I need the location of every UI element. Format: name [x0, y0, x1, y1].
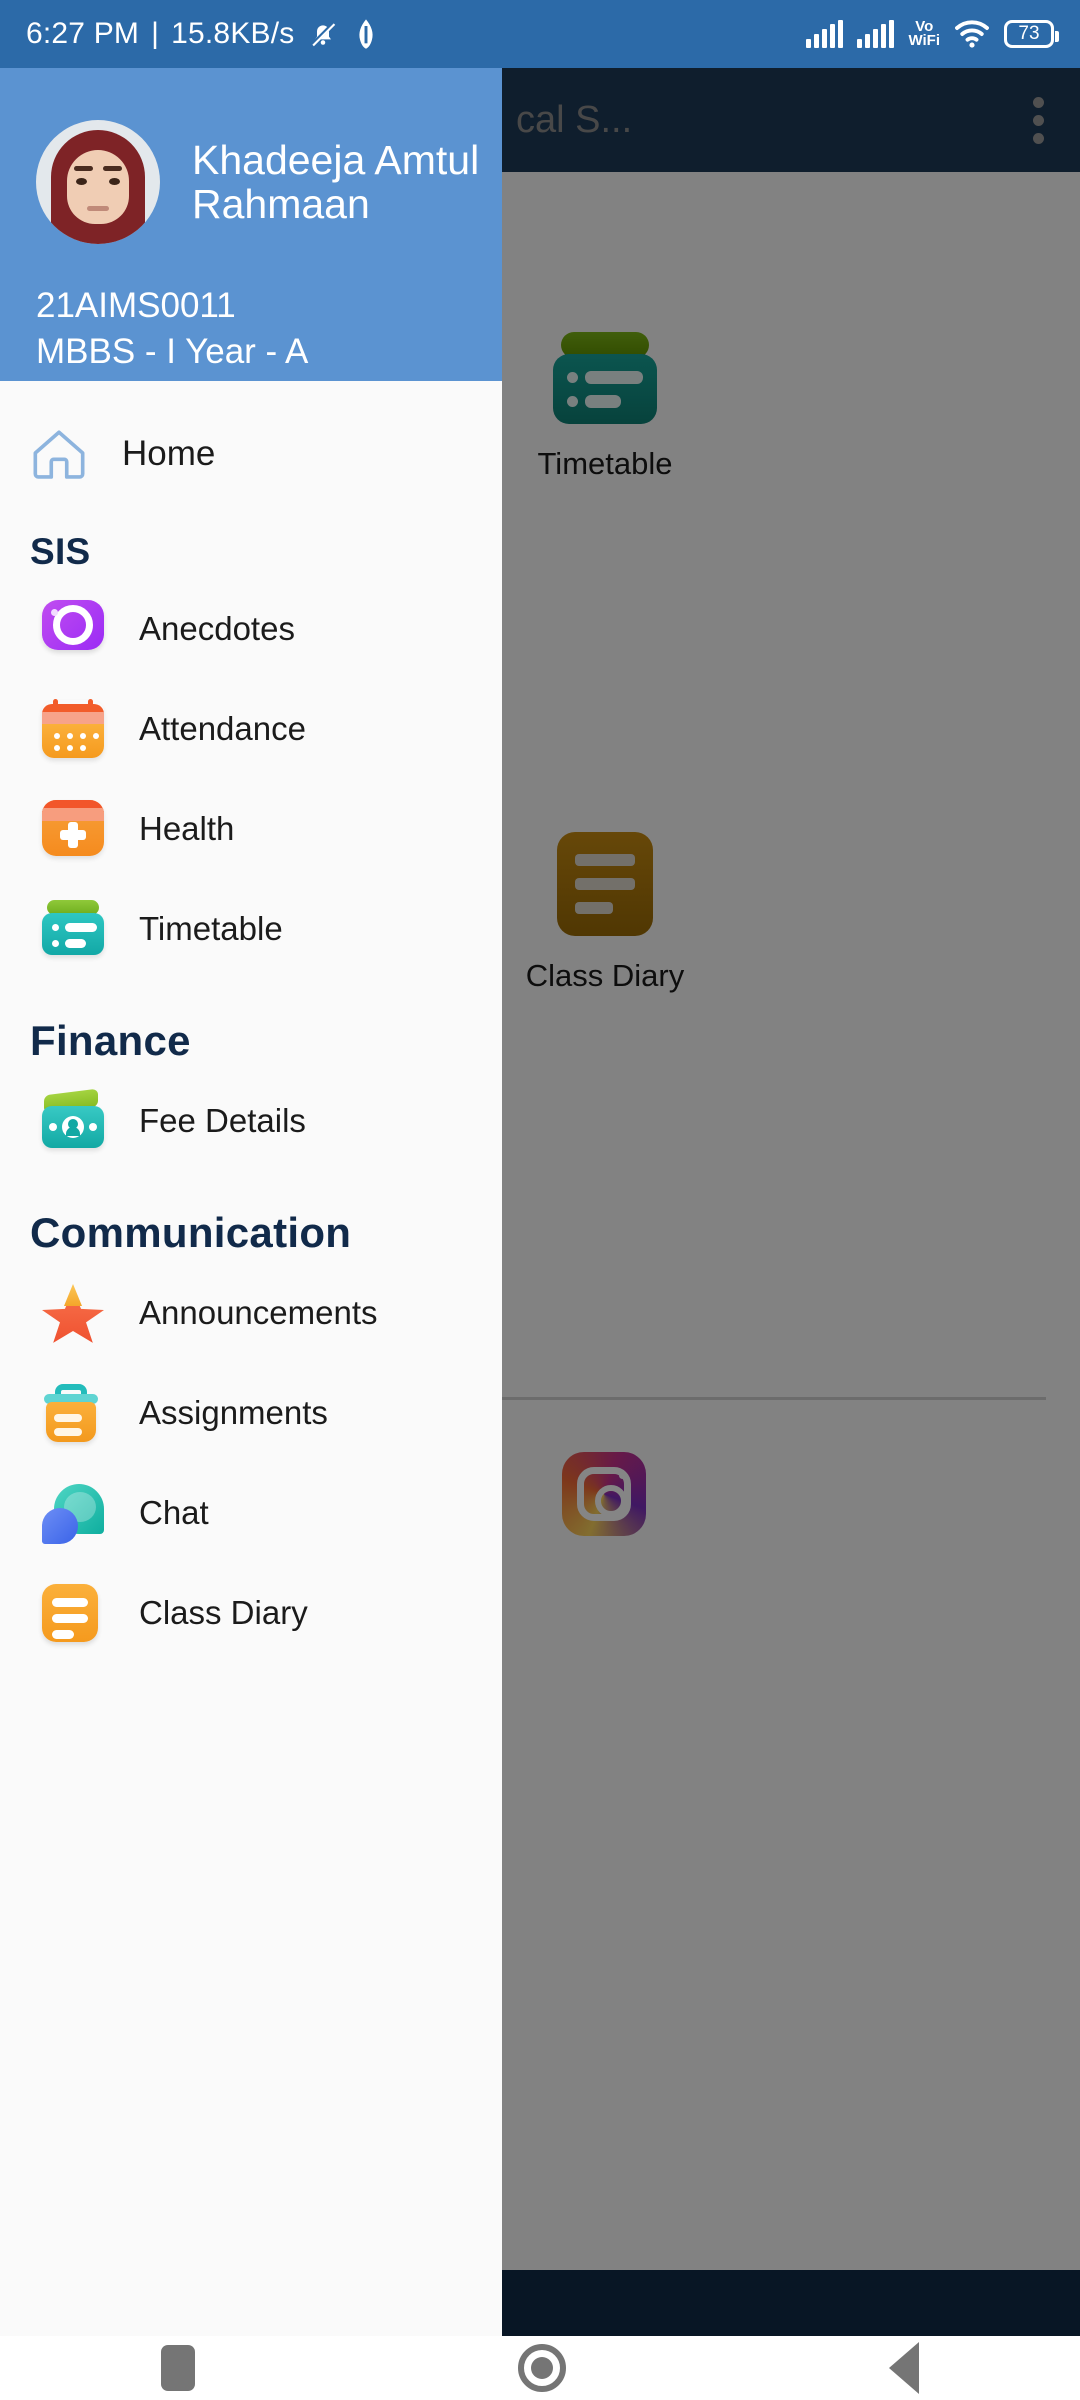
- sidebar-item-chat[interactable]: Chat: [0, 1463, 502, 1563]
- battery-level: 73: [1018, 23, 1040, 44]
- camera-icon: [42, 600, 104, 650]
- home-icon: [33, 430, 85, 479]
- sidebar-item-home[interactable]: Home: [0, 403, 502, 505]
- status-time: 6:27 PM: [26, 17, 140, 50]
- sidebar-item-label: Announcements: [139, 1294, 378, 1331]
- bell-muted-icon: [311, 21, 336, 47]
- back-button[interactable]: [888, 2342, 919, 2394]
- star-icon: [42, 1284, 104, 1344]
- sidebar-item-class-diary[interactable]: Class Diary: [0, 1563, 502, 1663]
- sidebar-item-fee-details[interactable]: Fee Details: [0, 1071, 502, 1171]
- home-button[interactable]: [517, 2344, 566, 2392]
- sidebar-item-assignments[interactable]: Assignments: [0, 1363, 502, 1463]
- sidebar-item-timetable[interactable]: Timetable: [0, 879, 502, 979]
- android-nav-bar: [0, 2336, 1080, 2400]
- sidebar-item-announcements[interactable]: Announcements: [0, 1263, 502, 1363]
- avatar: [36, 120, 160, 244]
- section-title-sis: SIS: [30, 531, 91, 572]
- sidebar-item-health[interactable]: Health: [0, 779, 502, 879]
- sidebar-item-label: Anecdotes: [139, 610, 295, 647]
- profile-student-id: 21AIMS0011: [36, 286, 236, 325]
- app-screen: cal S... Timetable Class Diary Khadeeja …: [0, 0, 1080, 2400]
- volte-wifi-indicator: Vo WiFi: [908, 19, 940, 49]
- sidebar-item-label: Attendance: [139, 710, 306, 747]
- volte-line2: WiFi: [908, 32, 940, 49]
- sidebar-item-label: Timetable: [139, 910, 283, 947]
- signal-bars-icon: [806, 20, 844, 48]
- profile-name: Khadeeja Amtul Rahmaan: [192, 136, 502, 227]
- data-saver-icon: [359, 19, 374, 49]
- calendar-icon: [42, 699, 104, 758]
- sidebar-item-label: Chat: [139, 1494, 209, 1531]
- navigation-drawer: Khadeeja Amtul Rahmaan 21AIMS0011 MBBS -…: [0, 68, 502, 2336]
- signal-bars-icon: [857, 20, 895, 48]
- profile-class-info: MBBS - I Year - A: [36, 332, 309, 371]
- section-title-finance: Finance: [30, 1017, 191, 1064]
- sidebar-item-label: Class Diary: [139, 1594, 308, 1631]
- status-network-speed: 15.8KB/s: [171, 17, 295, 50]
- recent-apps-button[interactable]: [161, 2345, 196, 2391]
- class-diary-icon: [42, 1584, 98, 1642]
- profile-name-line1: Khadeeja Amtul: [192, 136, 480, 183]
- sidebar-item-label: Health: [139, 810, 235, 847]
- timetable-icon: [42, 900, 104, 956]
- drawer-profile-header: Khadeeja Amtul Rahmaan 21AIMS0011 MBBS -…: [0, 68, 502, 381]
- wifi-icon: [955, 20, 989, 48]
- sidebar-item-label: Assignments: [139, 1394, 328, 1431]
- section-title-communication: Communication: [30, 1209, 352, 1256]
- status-separator: |: [151, 17, 160, 50]
- chat-bubbles-icon: [42, 1484, 104, 1544]
- status-bar: 6:27 PM | 15.8KB/s Vo WiFi 73: [0, 0, 1080, 68]
- battery-indicator: 73: [1004, 20, 1059, 48]
- clipboard-icon: [42, 1384, 100, 1442]
- sidebar-item-label: Fee Details: [139, 1102, 306, 1139]
- profile-name-line2: Rahmaan: [192, 181, 370, 227]
- sidebar-item-anecdotes[interactable]: Anecdotes: [0, 579, 502, 679]
- sidebar-item-attendance[interactable]: Attendance: [0, 679, 502, 779]
- medical-cross-icon: [42, 800, 104, 856]
- money-icon: [42, 1088, 104, 1148]
- drawer-menu-list: Home SIS Anecdotes Attendance Health Tim…: [0, 381, 502, 1663]
- sidebar-item-label: Home: [122, 434, 216, 473]
